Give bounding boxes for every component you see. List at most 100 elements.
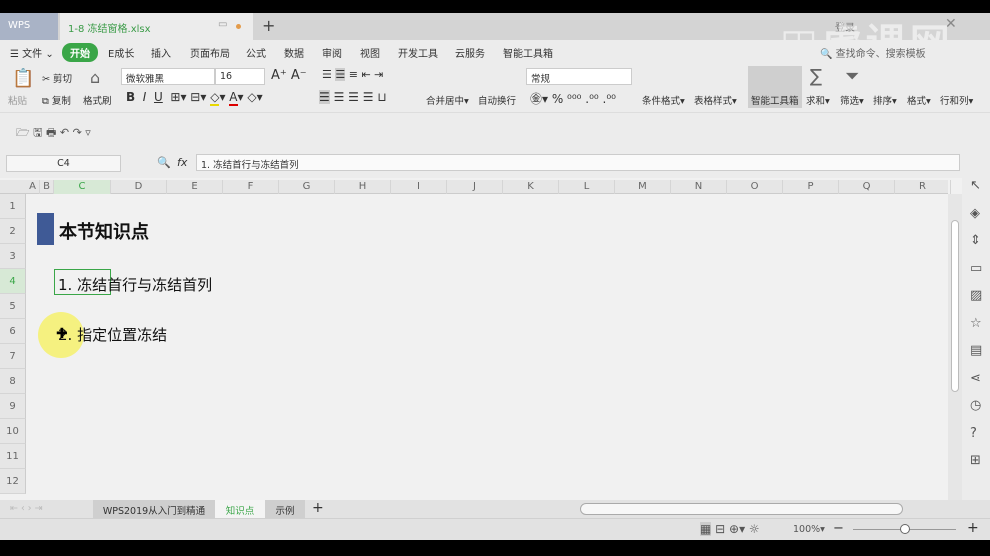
font-style-buttons[interactable]: B I U ⊞▾ ⊟▾ ◇▾ A▾ ◇▾ [126,90,263,106]
zoom-select[interactable]: 100%▾ [793,524,825,535]
menu-insert[interactable]: 插入 [151,45,171,60]
search-command[interactable]: 🔍 查找命令、搜索模板 [820,45,926,60]
file-tab[interactable]: 1-8 冻结窗格.xlsx ▭ [60,13,253,40]
paste-button[interactable]: 粘贴 [8,93,27,107]
number-format-select[interactable]: 常规 [526,68,632,85]
sheet-tab-0[interactable]: WPS2019从入门到精通 [93,500,215,518]
brush-icon: ⌂ [90,68,101,87]
sum-button[interactable]: 求和▾ [806,93,830,107]
vertical-scroll-thumb[interactable] [951,220,959,392]
column-header-K[interactable]: K [503,180,559,194]
menu-view[interactable]: 视图 [360,45,380,60]
quick-access-icons[interactable]: 🗁 🖫 🖶 ↶ ↷ ▿ [16,124,91,143]
sheet-tab-active[interactable]: 知识点 [215,500,265,518]
font-select[interactable]: 微软雅黑 [121,68,215,85]
zoom-in-button[interactable]: + [967,520,979,536]
horizontal-align-buttons[interactable]: ☰ ☰ ☰ ☰ ⊔ [319,90,387,104]
menu-file[interactable]: ☰ 文件 ⌄ [10,45,54,60]
column-header-D[interactable]: D [111,180,167,194]
zoom-search-icon[interactable]: 🔍 [157,156,171,169]
row-header-2[interactable]: 2 [0,219,26,244]
app-name: WPS [8,20,31,31]
zoom-out-button[interactable]: − [833,521,844,536]
paste-icon[interactable]: 📋 [12,68,34,89]
sidebar-icons[interactable]: ↖ ◈ ⇕ ▭ ▨ ☆ ▤ ⋖ ◷ ? ⊞ [970,172,984,475]
copy-button[interactable]: ⧉ 复制 [42,93,71,107]
row-header-11[interactable]: 11 [0,444,26,469]
spreadsheet-grid[interactable]: ABCDEFGHIJKLMNOPQR 本节知识点 1. 冻结首行与冻结首列 2.… [0,178,962,500]
column-headers: ABCDEFGHIJKLMNOPQR [0,180,951,194]
table-style-button[interactable]: 表格样式▾ [694,93,737,107]
column-header-E[interactable]: E [167,180,223,194]
fx-button[interactable]: fx [177,156,187,169]
filter-button[interactable]: 筛选▾ [840,93,864,107]
column-header-O[interactable]: O [727,180,783,194]
column-header-J[interactable]: J [447,180,503,194]
font-grow-icon[interactable]: A⁺ A⁻ [271,68,307,83]
format-button[interactable]: 格式▾ [907,93,931,107]
menu-developer[interactable]: 开发工具 [398,45,438,60]
font-size-select[interactable]: 16 [215,68,265,85]
column-header-R[interactable]: R [895,180,951,194]
new-tab-button[interactable]: + [262,16,275,35]
view-mode-icons[interactable]: ▦ ⊟ ⊕▾ ☼ [700,522,760,536]
sort-button[interactable]: 排序▾ [873,93,897,107]
column-header-C[interactable]: C [54,180,111,194]
zoom-slider-thumb[interactable] [900,524,910,534]
column-header-N[interactable]: N [671,180,727,194]
merge-center-button[interactable]: 合并居中▾ [426,93,469,107]
column-header-M[interactable]: M [615,180,671,194]
menu-data[interactable]: 数据 [284,45,304,60]
column-header-L[interactable]: L [559,180,615,194]
column-header-A[interactable]: A [26,180,40,194]
menu-bar: ☰ 文件 ⌄ 开始 E成长 插入 页面布局 公式 数据 审阅 视图 开发工具 云… [0,40,990,62]
column-header-P[interactable]: P [783,180,839,194]
sheet-tab-2[interactable]: 示例 [265,500,305,518]
wrap-text-button[interactable]: 自动换行 [478,93,516,107]
vertical-scrollbar[interactable] [948,194,962,500]
conditional-format-button[interactable]: 条件格式▾ [642,93,685,107]
row-header-6[interactable]: 6 [0,319,26,344]
row-header-9[interactable]: 9 [0,394,26,419]
formula-input[interactable]: 1. 冻结首行与冻结首列 [196,154,960,171]
menu-start[interactable]: 开始 [62,43,98,62]
add-sheet-button[interactable]: + [312,500,324,516]
format-painter-button[interactable]: 格式刷 [83,93,112,107]
column-header-F[interactable]: F [223,180,279,194]
column-header-Q[interactable]: Q [839,180,895,194]
menu-smart-toolbox[interactable]: 智能工具箱 [503,45,553,60]
number-buttons[interactable]: ㊎▾ % ⁰⁰⁰ .⁰⁰ .⁰⁰ [530,90,616,107]
menu-growth[interactable]: E成长 [108,45,134,60]
rows-cols-button[interactable]: 行和列▾ [940,93,973,107]
row-header-10[interactable]: 10 [0,419,26,444]
horizontal-scrollbar[interactable] [580,503,903,515]
sum-icon: ∑ [810,66,823,87]
menu-cloud[interactable]: 云服务 [455,45,485,60]
menu-review[interactable]: 审阅 [322,45,342,60]
column-header-H[interactable]: H [335,180,391,194]
sheet-tabs-bar: ⇤ ‹ › ⇥ WPS2019从入门到精通 知识点 示例 + [0,500,990,518]
name-box[interactable]: C4 [6,155,121,172]
menu-formula[interactable]: 公式 [246,45,266,60]
monitor-icon[interactable]: ▭ [218,19,227,30]
row-header-5[interactable]: 5 [0,294,26,319]
row-header-4[interactable]: 4 [0,269,26,294]
wps-home-tab[interactable]: WPS [0,13,58,40]
menu-page-layout[interactable]: 页面布局 [190,45,230,60]
row-header-8[interactable]: 8 [0,369,26,394]
sheet-nav-arrows[interactable]: ⇤ ‹ › ⇥ [10,503,43,514]
right-sidebar: ↖ ◈ ⇕ ▭ ▨ ☆ ▤ ⋖ ◷ ? ⊞ [962,150,990,500]
row-header-7[interactable]: 7 [0,344,26,369]
row-header-3[interactable]: 3 [0,244,26,269]
smart-toolbox-button[interactable]: 智能工具箱 [748,66,802,108]
column-header-B[interactable]: B [40,180,54,194]
column-header-I[interactable]: I [391,180,447,194]
row-header-1[interactable]: 1 [0,194,26,219]
vertical-align-buttons[interactable]: ☰ ☰ ≡ ⇤ ⇥ [322,68,383,81]
cut-button[interactable]: ✂ 剪切 [42,71,72,85]
section-heading: 本节知识点 [59,222,149,243]
ribbon-toolbar: 📋 粘贴 ✂ 剪切 ⧉ 复制 格式刷 ⌂ 微软雅黑 16 A⁺ A⁻ B I U… [0,62,990,112]
unsaved-dot-icon [236,24,241,29]
column-header-G[interactable]: G [279,180,335,194]
row-header-12[interactable]: 12 [0,469,26,494]
